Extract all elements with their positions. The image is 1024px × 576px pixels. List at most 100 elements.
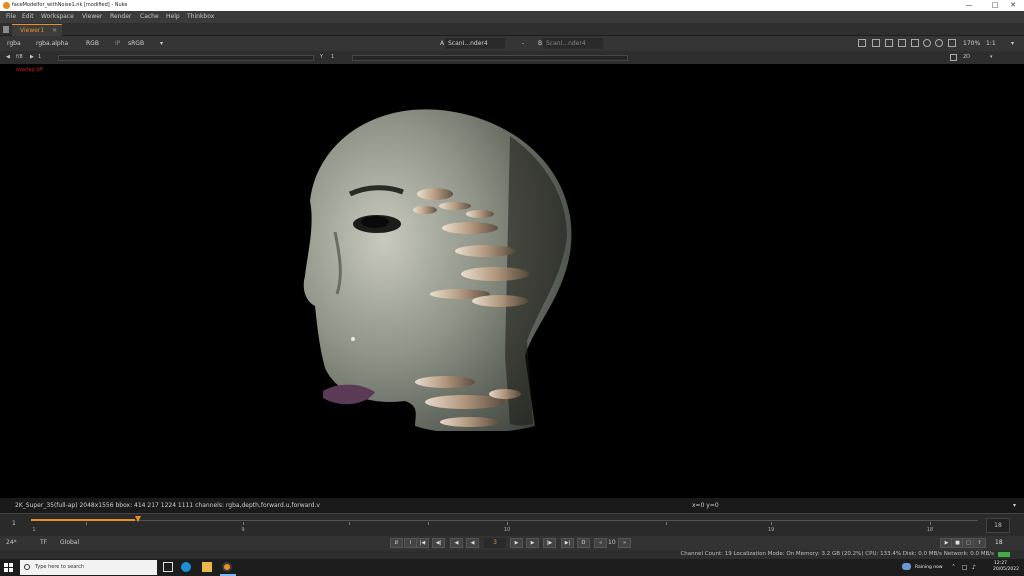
refresh-icon[interactable] [923,39,931,47]
pixel-ratio[interactable]: 1:1 [983,38,999,49]
channels-dropdown[interactable]: rgba [4,38,24,49]
status-indicator [998,552,1010,557]
fstop-left-arrow-icon[interactable]: ◀ [6,51,10,64]
tab-close-icon[interactable]: ✕ [52,25,57,36]
first-frame-icon[interactable]: |◀ [416,538,429,548]
head-render-image [303,109,572,431]
fstop-value[interactable]: f/8 [16,51,23,64]
downscale-icon[interactable] [911,39,919,47]
tab-label: Viewer1 [20,27,45,34]
nuke-taskbar-icon[interactable] [222,562,232,572]
mask-icon[interactable] [950,54,957,61]
proxy-icon[interactable] [898,39,906,47]
toolbar-overflow-chevron-icon[interactable]: ▾ [1008,38,1017,49]
menu-workspace[interactable]: Workspace [41,11,74,23]
display-channel-dropdown[interactable]: RGB [83,38,102,49]
export-icon[interactable]: ↑ [973,538,986,548]
next-frame-icon[interactable]: ▶ [526,538,539,548]
windows-start-icon[interactable] [4,563,13,572]
gain-value[interactable]: 1 [38,51,41,64]
minimize-button[interactable]: — [958,0,980,11]
playhead-marker[interactable] [135,516,141,522]
last-frame-icon[interactable]: ▶| [561,538,574,548]
timeline-label: 19 [767,527,775,533]
zoom-level[interactable]: 170% [960,38,983,49]
prev-frame-icon[interactable]: ◀ [450,538,463,548]
menu-edit[interactable]: Edit [22,11,34,23]
first-frame-label: 1 [12,520,16,527]
gamma-value[interactable]: 1 [331,51,334,64]
in-out-icon[interactable]: ⇵ [390,538,403,548]
tray-chevron-icon[interactable]: ˄ [952,559,955,576]
cursor-coordinates: x=0 y=0 [692,502,719,509]
ip-button[interactable]: IP [112,38,123,49]
fps-dropdown[interactable]: 24* [4,538,19,548]
timeline[interactable]: 1 1 9 10 19 18 18 [0,513,1024,536]
weather-text[interactable]: Raining now [915,559,943,576]
gamma-slider[interactable] [352,55,628,61]
lut-chevron-down-icon[interactable]: ▾ [157,38,166,49]
clipping-warning-icon[interactable] [885,39,893,47]
task-view-icon[interactable] [163,562,173,572]
lock-icon[interactable] [935,39,943,47]
file-explorer-icon[interactable] [202,562,212,572]
info-chevron-icon[interactable]: ▾ [1013,498,1016,513]
menu-render[interactable]: Render [110,11,131,23]
volume-icon[interactable]: ♪ [972,559,976,576]
menu-help[interactable]: Help [166,11,180,23]
pane-menu-icon[interactable] [3,26,9,33]
menu-file[interactable]: File [6,11,16,23]
input-a-dropdown[interactable]: ScanI...nder4 [445,38,505,49]
gamma-label: Y [320,54,324,60]
search-placeholder: Type here to search [35,564,85,570]
weather-icon [902,563,911,570]
menu-thinkbox[interactable]: Thinkbox [187,11,214,23]
alpha-channel-dropdown[interactable]: rgba.alpha [33,38,71,49]
gain-slider[interactable] [58,55,314,61]
timeline-label: 1 [32,527,36,533]
current-frame-field[interactable]: 3 [484,538,506,548]
input-b-dropdown[interactable]: ScanI...nder4 [543,38,603,49]
current-frame-readout: 18 [995,539,1003,546]
menu-bar: File Edit Workspace Viewer Render Cache … [0,11,1024,23]
format-info: 2K_Super_35(full-ap) 2048x1556 bbox: 414… [15,502,320,509]
nuke-app-icon [3,2,10,9]
viewer-lut-dropdown[interactable]: sRGB [125,38,147,49]
prev-keyframe-icon[interactable]: ◀| [432,538,445,548]
fstop-right-arrow-icon[interactable]: ▶ [30,51,34,64]
title-bar: faceModelfor_withNoise1.nk [modified] - … [0,0,1024,11]
tab-bar: Viewer1 ✕ [0,23,1024,36]
close-window-button[interactable]: ✕ [1002,0,1024,11]
next-keyframe-icon[interactable]: |▶ [543,538,556,548]
search-icon [24,564,30,570]
range-scope-dropdown[interactable]: Global [58,538,81,548]
tab-viewer1[interactable]: Viewer1 ✕ [12,24,62,36]
taskbar-search-box[interactable]: Type here to search [20,560,157,575]
window-title: faceModelfor_withNoise1.nk [modified] - … [12,2,128,8]
windows-taskbar: Type here to search Raining now ˄ □ ♪ 12… [0,559,1024,576]
view-mode-dropdown[interactable]: 2D [963,51,970,64]
end-frame-field[interactable]: 18 [986,518,1010,533]
network-icon[interactable]: □ [962,559,968,576]
step-forward-icon[interactable]: » [618,538,631,548]
clock-date[interactable]: 20/05/2022 [993,567,1019,576]
view-mode-chevron-icon[interactable]: ▾ [990,51,993,64]
output-tick-icon[interactable]: O [577,538,590,548]
compare-operator-dropdown[interactable]: - [519,38,527,49]
menu-viewer[interactable]: Viewer [82,11,102,23]
overscan-icon[interactable] [872,39,880,47]
pause-icon[interactable] [948,39,956,47]
viewer-canvas[interactable]: overlay off [0,64,1024,498]
play-forward-icon[interactable]: ▶ [510,538,523,548]
play-backward-icon[interactable]: ◀ [466,538,479,548]
edge-browser-icon[interactable] [181,562,191,572]
timeline-rail[interactable] [31,520,978,521]
frame-step-field[interactable]: 10 [606,538,618,548]
roi-icon[interactable] [858,39,866,47]
tf-dropdown[interactable]: TF [38,538,49,548]
status-text: Channel Count: 19 Localization Mode: On … [680,551,994,557]
transport-bar: 24* TF Global ⇵ I |◀ ◀| ◀ ◀ 3 ▶ ▶ |▶ ▶| … [0,536,1024,550]
timeline-progress [31,519,135,521]
menu-cache[interactable]: Cache [140,11,159,23]
timeline-label: 9 [241,527,245,533]
